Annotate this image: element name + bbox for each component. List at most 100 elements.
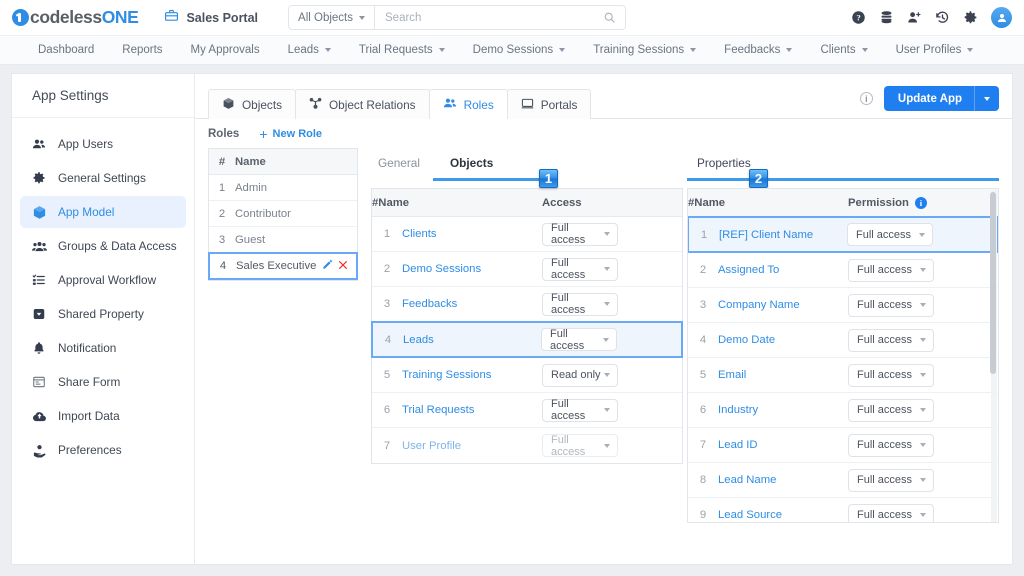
property-name-link[interactable]: Lead Name (718, 474, 848, 486)
search-input[interactable] (375, 11, 604, 24)
sidebar-item-notification[interactable]: Notification (20, 332, 186, 364)
add-user-icon[interactable] (907, 10, 922, 25)
search-icon[interactable] (603, 11, 625, 24)
table-row[interactable]: 4 Demo Date Full access (688, 323, 998, 358)
new-role-button[interactable]: + New Role (259, 127, 322, 141)
sidebar-item-import-data[interactable]: Import Data (20, 400, 186, 432)
nav-item-dashboard[interactable]: Dashboard (24, 44, 108, 56)
sidebar-item-share-form[interactable]: Share Form (20, 366, 186, 398)
permission-dropdown[interactable]: Full access (848, 293, 934, 317)
property-name-link[interactable]: Assigned To (718, 264, 848, 276)
access-dropdown[interactable]: Read only (542, 363, 618, 387)
permission-dropdown[interactable]: Full access (847, 223, 933, 246)
object-name-link[interactable]: Clients (402, 228, 542, 240)
permission-dropdown[interactable]: Full access (848, 398, 934, 422)
table-row[interactable]: 2 Contributor (209, 201, 357, 227)
property-name-link[interactable]: Company Name (718, 299, 848, 311)
update-app-button[interactable]: Update App (883, 86, 999, 111)
scrollbar-thumb[interactable] (990, 192, 996, 374)
property-name-link[interactable]: [REF] Client Name (719, 229, 847, 241)
access-dropdown[interactable]: Full access (542, 222, 618, 246)
permission-dropdown[interactable]: Full access (848, 328, 934, 352)
properties-scrollbar[interactable] (990, 190, 997, 522)
object-name-link[interactable]: Feedbacks (402, 298, 542, 310)
database-icon[interactable] (879, 10, 894, 25)
permission-dropdown[interactable]: Full access (848, 363, 934, 387)
sidebar-item-groups-data-access[interactable]: Groups & Data Access (20, 230, 186, 262)
tab-roles[interactable]: Roles (428, 89, 508, 120)
sidebar-item-general-settings[interactable]: General Settings (20, 162, 186, 194)
table-row[interactable]: 3 Guest (209, 227, 357, 253)
table-row[interactable]: 6 Industry Full access (688, 393, 998, 428)
table-row[interactable]: 5 Training Sessions Read only (372, 358, 682, 393)
nav-item-reports[interactable]: Reports (108, 44, 176, 56)
object-name-link[interactable]: Demo Sessions (402, 263, 542, 275)
sub-tab-general[interactable]: General (378, 156, 420, 170)
sub-tab-objects[interactable]: Objects (450, 156, 493, 170)
sidebar-item-preferences[interactable]: Preferences (20, 434, 186, 466)
table-row[interactable]: 2 Demo Sessions Full access (372, 252, 682, 287)
sidebar-item-app-users[interactable]: App Users (20, 128, 186, 160)
table-row[interactable]: 2 Assigned To Full access (688, 253, 998, 288)
table-row[interactable]: 7 Lead ID Full access (688, 428, 998, 463)
tab-portals[interactable]: Portals (506, 89, 592, 119)
table-row[interactable]: 8 Lead Name Full access (688, 463, 998, 498)
object-name-link[interactable]: Leads (403, 334, 541, 346)
gear-icon[interactable] (963, 10, 978, 25)
access-dropdown[interactable]: Full access (542, 257, 618, 281)
nav-item-leads[interactable]: Leads (274, 44, 345, 56)
access-dropdown[interactable]: Full access (541, 328, 617, 352)
delete-icon[interactable] (338, 260, 348, 273)
object-name-link[interactable]: Trial Requests (402, 404, 542, 416)
row-index: 8 (699, 474, 707, 486)
nav-item-my-approvals[interactable]: My Approvals (177, 44, 274, 56)
table-row[interactable]: 1 Admin (209, 175, 357, 201)
table-row[interactable]: 9 Lead Source Full access (688, 498, 998, 522)
permission-dropdown[interactable]: Full access (848, 503, 934, 522)
row-index: 7 (383, 439, 391, 452)
property-name-link[interactable]: Email (718, 369, 848, 381)
history-icon[interactable] (935, 10, 950, 25)
nav-item-training-sessions[interactable]: Training Sessions (579, 44, 710, 56)
access-dropdown[interactable]: Full access (542, 292, 618, 316)
brand-logo[interactable]: codelessONE (12, 7, 139, 28)
update-app-dropdown[interactable] (975, 96, 999, 101)
tab-object-relations[interactable]: Object Relations (295, 89, 430, 119)
permission-dropdown[interactable]: Full access (848, 258, 934, 282)
object-name-link[interactable]: Training Sessions (402, 369, 542, 381)
table-row[interactable]: 5 Email Full access (688, 358, 998, 393)
sidebar-item-shared-property[interactable]: Shared Property (20, 298, 186, 330)
sidebar-item-approval-workflow[interactable]: Approval Workflow (20, 264, 186, 296)
nav-item-feedbacks[interactable]: Feedbacks (710, 44, 806, 56)
property-name-link[interactable]: Lead ID (718, 439, 848, 451)
table-row[interactable]: 6 Trial Requests Full access (372, 393, 682, 428)
global-search-bar[interactable]: All Objects (288, 5, 627, 30)
edit-icon[interactable] (322, 259, 333, 273)
info-icon[interactable]: i (914, 196, 927, 209)
table-row[interactable]: 3 Feedbacks Full access (372, 287, 682, 322)
nav-item-clients[interactable]: Clients (806, 44, 881, 56)
help-icon[interactable]: ? (851, 10, 866, 25)
object-name-link[interactable]: User Profile (402, 440, 542, 452)
table-row-selected[interactable]: 4 Sales Executive (208, 252, 358, 280)
property-name-link[interactable]: Industry (718, 404, 848, 416)
property-name-link[interactable]: Demo Date (718, 334, 848, 346)
access-dropdown[interactable]: Full access (542, 398, 618, 422)
table-row[interactable]: 1 Clients Full access (372, 217, 682, 252)
permission-dropdown[interactable]: Full access (848, 468, 934, 492)
permission-dropdown[interactable]: Full access (848, 433, 934, 457)
info-icon[interactable]: i (859, 92, 873, 105)
avatar[interactable] (991, 7, 1012, 28)
table-row-selected[interactable]: 1 [REF] Client Name Full access (688, 216, 998, 253)
nav-item-demo-sessions[interactable]: Demo Sessions (459, 44, 580, 56)
table-row-selected[interactable]: 4 Leads Full access (371, 321, 683, 358)
portal-switcher[interactable]: Sales Portal (164, 8, 258, 28)
property-name-link[interactable]: Lead Source (718, 509, 848, 521)
search-scope-dropdown[interactable]: All Objects (289, 6, 375, 29)
nav-item-trial-requests[interactable]: Trial Requests (345, 44, 459, 56)
table-row[interactable]: 3 Company Name Full access (688, 288, 998, 323)
sidebar-item-app-model[interactable]: App Model (20, 196, 186, 228)
nav-item-user-profiles[interactable]: User Profiles (882, 44, 988, 56)
tab-objects[interactable]: Objects (208, 89, 296, 119)
table-row[interactable]: 7 User Profile Full access (372, 428, 682, 463)
